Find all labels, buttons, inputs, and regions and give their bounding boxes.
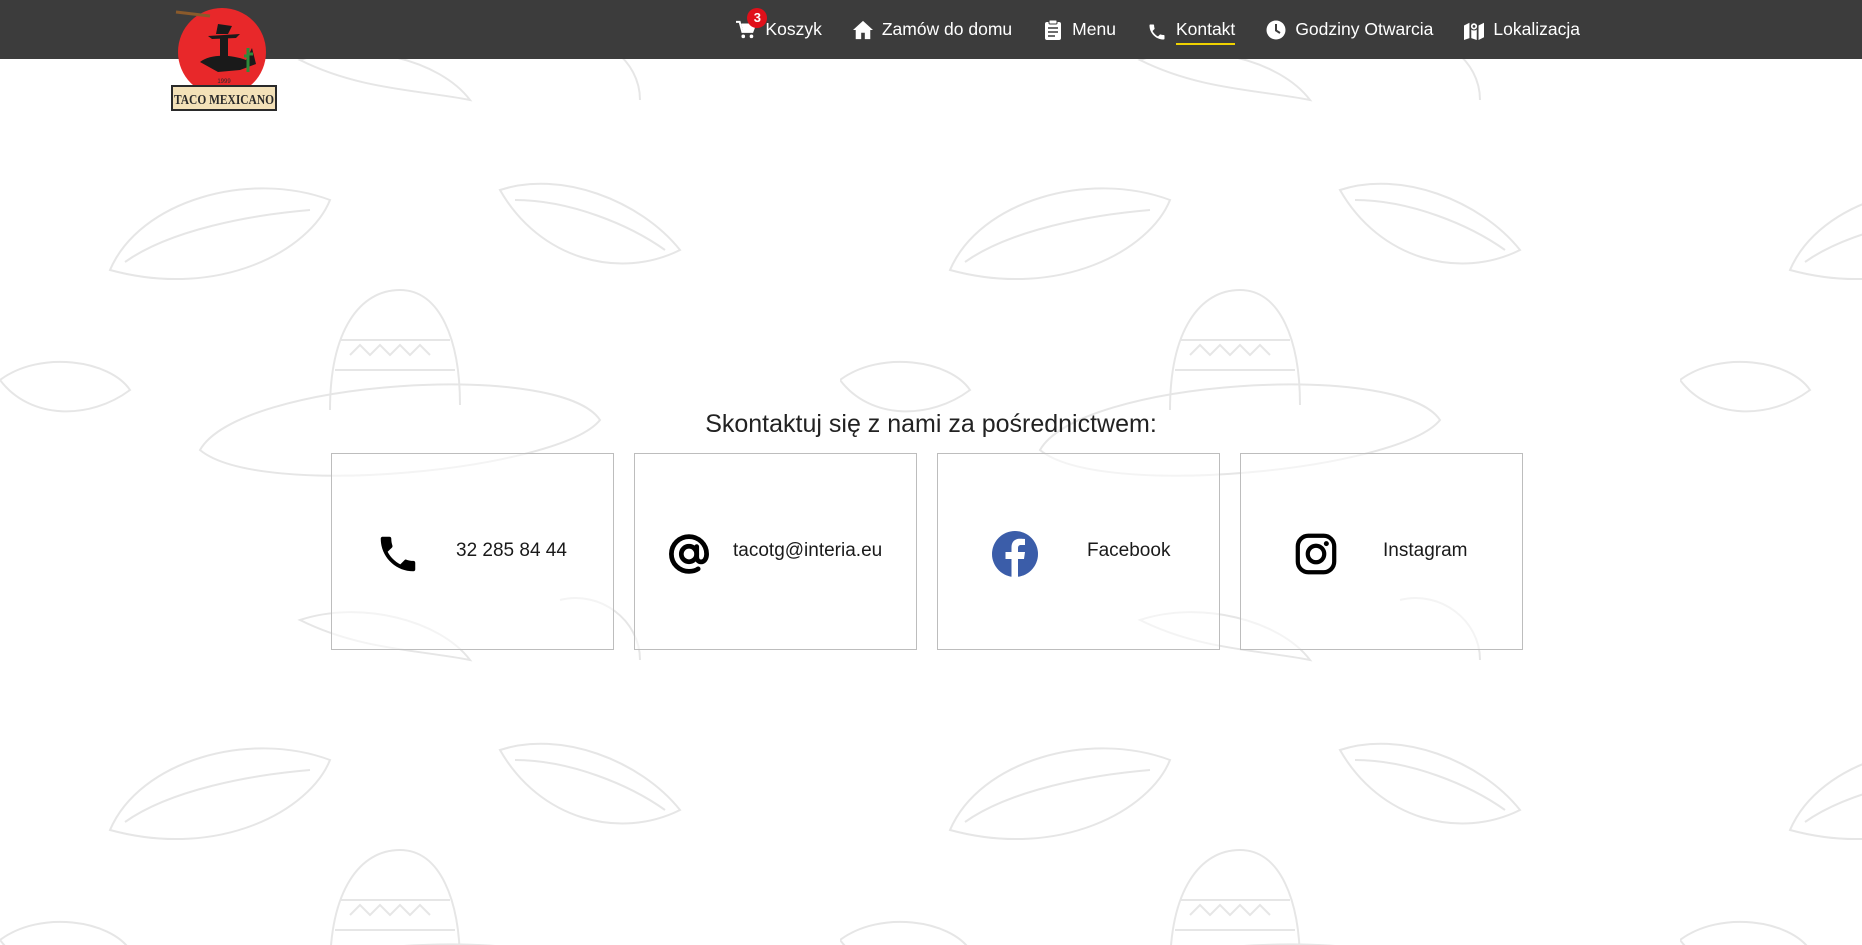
clock-icon (1265, 19, 1287, 41)
logo-year: 1999 (217, 79, 231, 85)
contact-card-phone[interactable]: 32 285 84 44 (331, 453, 614, 650)
cart-icon: 3 (735, 7, 768, 41)
taco-mexicano-logo[interactable]: 1999 TACO MEXICANO (170, 4, 280, 114)
nav-label-cart: Koszyk (765, 19, 822, 39)
nav-label-opening-hours: Godziny Otwarcia (1295, 19, 1434, 39)
email-address: tacotg@interia.eu (733, 540, 883, 561)
contact-card-email[interactable]: tacotg@interia.eu (634, 453, 917, 650)
home-icon (852, 19, 874, 41)
contact-card-instagram[interactable]: Instagram (1240, 453, 1523, 650)
nav-item-contact[interactable]: Kontakt (1146, 0, 1236, 61)
map-icon (1463, 19, 1485, 41)
nav-label-menu: Menu (1072, 19, 1116, 39)
contact-cards: 32 285 84 44 tacotg@interia.eu Facebook … (331, 453, 1523, 650)
nav-item-menu[interactable]: Menu (1042, 0, 1116, 59)
nav-item-order-home[interactable]: Zamów do domu (852, 0, 1012, 59)
clipboard-icon (1042, 19, 1064, 41)
contact-heading: Skontaktuj się z nami za pośrednictwem: (705, 410, 1157, 438)
phone-icon (374, 530, 422, 578)
at-sign-icon (665, 530, 713, 578)
instagram-icon (1292, 530, 1340, 578)
nav-label-contact: Kontakt (1175, 19, 1236, 45)
phone-icon (1146, 21, 1168, 43)
nav-item-cart[interactable]: 3 Koszyk (735, 0, 822, 59)
nav-label-order-home: Zamów do domu (881, 19, 1013, 39)
phone-number: 32 285 84 44 (456, 540, 567, 561)
contact-card-facebook[interactable]: Facebook (937, 453, 1220, 650)
instagram-label: Instagram (1383, 540, 1468, 561)
facebook-icon (991, 530, 1039, 578)
nav-label-location: Lokalizacja (1493, 19, 1580, 39)
nav-item-opening-hours[interactable]: Godziny Otwarcia (1265, 0, 1433, 59)
nav-item-location[interactable]: Lokalizacja (1463, 0, 1580, 59)
cart-count-badge: 3 (747, 7, 768, 28)
main-nav: 3 Koszyk Zamów do domu Menu Kontakt Godz… (705, 0, 1580, 59)
logo-text: TACO MEXICANO (174, 93, 274, 108)
facebook-label: Facebook (1087, 540, 1171, 561)
